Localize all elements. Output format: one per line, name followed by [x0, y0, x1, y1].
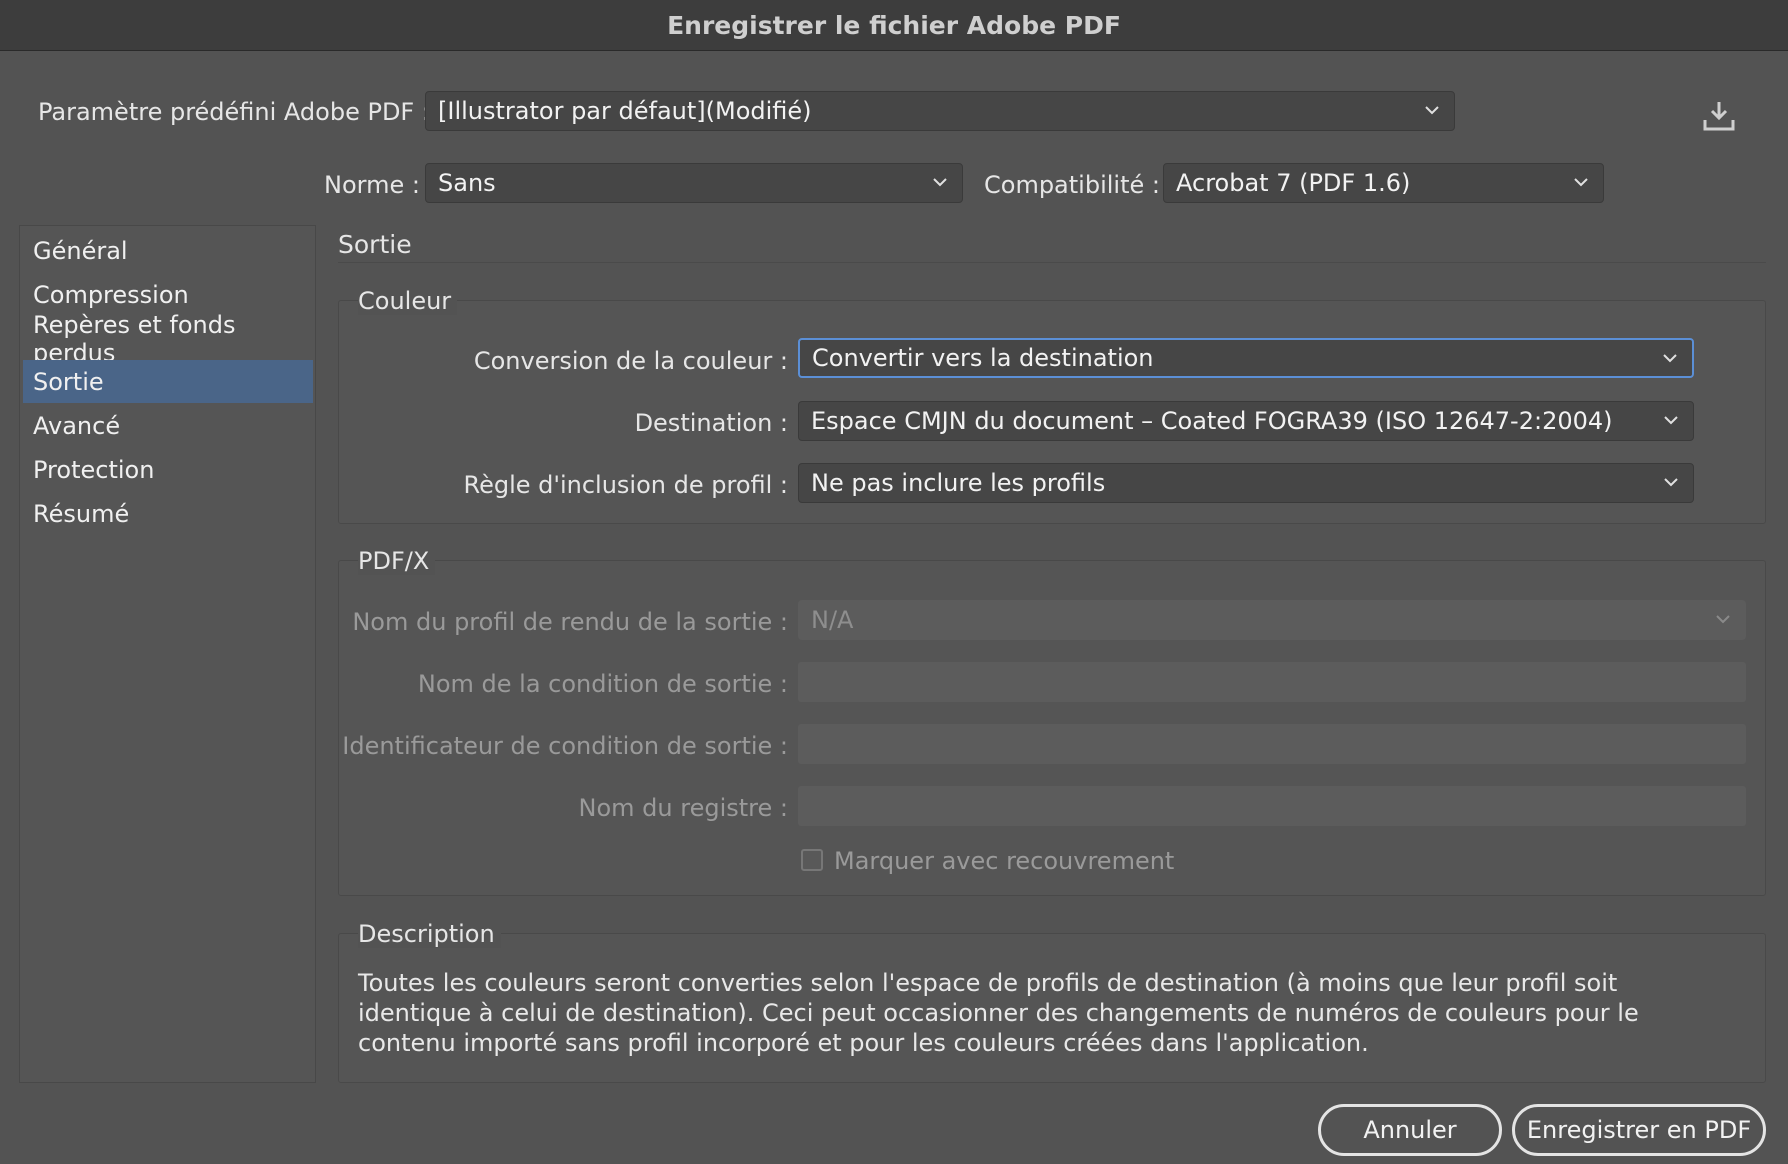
sidebar: Général Compression Repères et fonds per… [19, 225, 316, 1083]
condition-name-field[interactable] [798, 662, 1746, 702]
sidebar-item-general[interactable]: Général [23, 229, 313, 272]
chevron-down-icon [1425, 106, 1439, 115]
registry-field[interactable] [798, 786, 1746, 826]
condition-id-field[interactable] [798, 724, 1746, 764]
preset-select[interactable]: [Illustrator par défaut](Modifié) [425, 91, 1455, 131]
color-conversion-value: Convertir vers la destination [812, 344, 1154, 372]
sidebar-item-marks-bleeds[interactable]: Repères et fonds perdus [23, 311, 313, 367]
trapped-label: Marquer avec recouvrement [834, 847, 1175, 875]
registry-label: Nom du registre : [578, 794, 788, 822]
sidebar-item-advanced[interactable]: Avancé [23, 404, 313, 447]
profile-rule-value: Ne pas inclure les profils [811, 469, 1106, 497]
compatibility-value: Acrobat 7 (PDF 1.6) [1176, 169, 1411, 197]
trapped-checkbox[interactable] [801, 849, 823, 871]
chevron-down-icon [933, 178, 947, 187]
sidebar-item-output[interactable]: Sortie [23, 360, 313, 403]
standard-label: Norme : [324, 171, 420, 199]
pdfx-group-title: PDF/X [358, 547, 436, 575]
standard-select[interactable]: Sans [425, 163, 963, 203]
download-icon[interactable] [1702, 100, 1736, 132]
chevron-down-icon [1664, 478, 1678, 487]
color-conversion-select[interactable]: Convertir vers la destination [798, 338, 1694, 378]
render-profile-label: Nom du profil de rendu de la sortie : [352, 608, 788, 636]
cancel-button[interactable]: Annuler [1318, 1104, 1502, 1156]
save-pdf-button[interactable]: Enregistrer en PDF [1512, 1104, 1766, 1156]
destination-label: Destination : [634, 409, 788, 437]
chevron-down-icon [1663, 354, 1677, 363]
condition-name-label: Nom de la condition de sortie : [417, 670, 788, 698]
section-divider [338, 262, 1766, 263]
color-conversion-label: Conversion de la couleur : [473, 347, 788, 375]
section-title: Sortie [338, 230, 412, 259]
destination-select[interactable]: Espace CMJN du document – Coated FOGRA39… [798, 401, 1694, 441]
window-title: Enregistrer le fichier Adobe PDF [0, 0, 1788, 51]
render-profile-select[interactable]: N/A [798, 600, 1746, 640]
chevron-down-icon [1574, 178, 1588, 187]
preset-label: Paramètre prédéfini Adobe PDF : [38, 98, 430, 126]
render-profile-value: N/A [811, 606, 854, 634]
condition-id-label: Identificateur de condition de sortie : [342, 732, 788, 760]
profile-rule-select[interactable]: Ne pas inclure les profils [798, 463, 1694, 503]
description-title: Description [358, 920, 501, 948]
color-group-title: Couleur [358, 287, 458, 315]
sidebar-item-summary[interactable]: Résumé [23, 492, 313, 535]
compatibility-select[interactable]: Acrobat 7 (PDF 1.6) [1163, 163, 1604, 203]
compatibility-label: Compatibilité : [984, 171, 1160, 199]
standard-value: Sans [438, 169, 496, 197]
chevron-down-icon [1664, 416, 1678, 425]
preset-value: [Illustrator par défaut](Modifié) [438, 97, 812, 125]
chevron-down-icon [1716, 615, 1730, 624]
destination-value: Espace CMJN du document – Coated FOGRA39… [811, 407, 1613, 435]
description-text: Toutes les couleurs seront converties se… [358, 969, 1639, 1057]
sidebar-item-security[interactable]: Protection [23, 448, 313, 491]
profile-rule-label: Règle d'inclusion de profil : [463, 471, 788, 499]
